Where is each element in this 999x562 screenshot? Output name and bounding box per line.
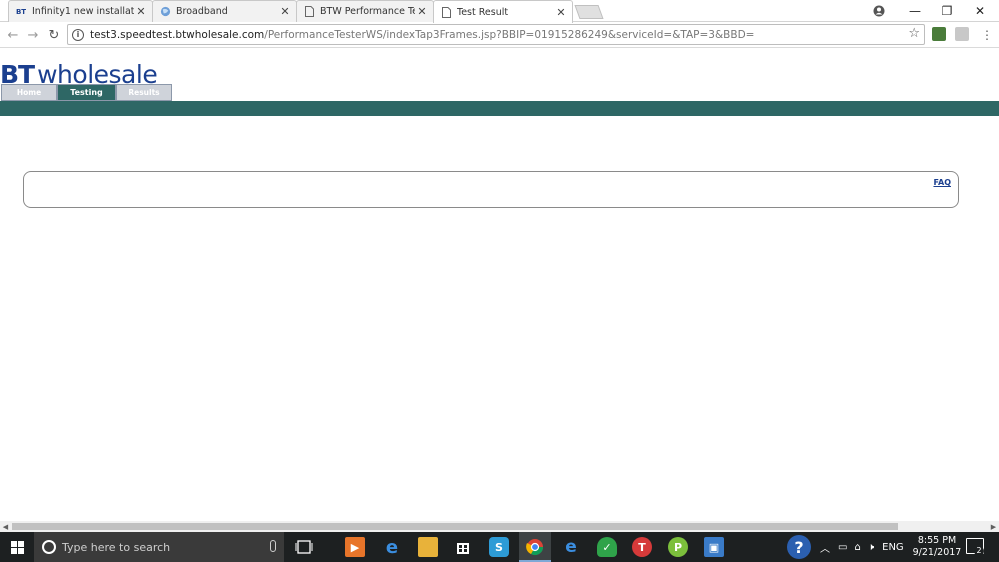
language-indicator[interactable]: ENG: [882, 542, 904, 553]
taskbar-search[interactable]: Type here to search: [34, 532, 284, 562]
red-app-icon[interactable]: T: [632, 537, 652, 557]
back-arrow-icon[interactable]: ←: [4, 26, 22, 44]
tab-title: Test Result: [457, 6, 509, 18]
system-tray: ︿ ▭ ⌂ 🕨 ENG: [820, 532, 904, 562]
windows-logo-icon: [10, 540, 24, 554]
profile-icon[interactable]: [862, 0, 896, 22]
close-icon[interactable]: ✕: [134, 5, 148, 18]
green-app-icon[interactable]: P: [668, 537, 688, 557]
help-icon[interactable]: ?: [787, 535, 811, 559]
close-icon[interactable]: ✕: [554, 6, 568, 19]
tab-title: Infinity1 new installation: [32, 6, 134, 17]
globe-favicon-icon: [159, 6, 171, 18]
browser-tab-infinity[interactable]: BT Infinity1 new installation ✕: [8, 0, 153, 22]
minimize-button[interactable]: —: [898, 0, 932, 22]
start-button[interactable]: [0, 532, 34, 562]
bookmark-star-icon[interactable]: ☆: [908, 26, 920, 41]
close-icon[interactable]: ✕: [278, 5, 292, 18]
bt-favicon-icon: BT: [15, 7, 27, 16]
chrome-icon[interactable]: [525, 537, 545, 557]
browser-toolbar: ← → ↻ i test3.speedtest.btwholesale.com /…: [0, 22, 999, 48]
info-icon[interactable]: i: [72, 28, 84, 41]
windows-taskbar: Type here to search ▶ e S e ✓ T P ▣ ? ︿ …: [0, 532, 999, 562]
address-bar[interactable]: i test3.speedtest.btwholesale.com/Perfor…: [67, 24, 925, 45]
site-nav: Home Testing Results: [1, 84, 172, 101]
browser-tab-performance[interactable]: BTW Performance Test ✕: [296, 0, 434, 22]
restore-button[interactable]: ❐: [930, 0, 964, 22]
green-shield-icon[interactable]: ✓: [597, 537, 617, 557]
url-path: /PerformanceTesterWS/indexTap3Frames.jsp…: [264, 28, 755, 41]
edge-icon[interactable]: e: [382, 537, 402, 558]
horizontal-scrollbar[interactable]: ◀ ▶: [0, 521, 999, 532]
show-hidden-icons-icon[interactable]: ︿: [820, 540, 830, 555]
search-placeholder: Type here to search: [62, 540, 171, 554]
url-host: test3.speedtest.btwholesale.com: [90, 28, 265, 41]
close-icon[interactable]: ✕: [415, 5, 429, 18]
page-favicon-icon: [440, 6, 452, 18]
reload-icon[interactable]: ↻: [45, 26, 63, 44]
file-explorer-icon[interactable]: [418, 537, 438, 557]
browser-tab-broadband[interactable]: Broadband ✕: [152, 0, 297, 22]
nav-tab-testing[interactable]: Testing: [57, 84, 116, 101]
forward-arrow-icon[interactable]: →: [24, 26, 42, 44]
extension-image-icon[interactable]: [932, 27, 946, 41]
taskbar-clock[interactable]: 8:55 PM 9/21/2017: [910, 535, 964, 559]
media-player-icon[interactable]: ▶: [345, 537, 365, 557]
blue-app-icon[interactable]: ▣: [704, 537, 724, 557]
menu-icon[interactable]: ⋮: [978, 26, 996, 44]
scroll-left-icon[interactable]: ◀: [0, 521, 11, 532]
clock-time: 8:55 PM: [917, 535, 957, 546]
microphone-icon[interactable]: [270, 540, 276, 552]
battery-icon[interactable]: ▭: [838, 542, 847, 553]
tab-title: Broadband: [176, 6, 228, 17]
header-bar: [0, 101, 999, 116]
internet-explorer-icon[interactable]: e: [561, 537, 581, 557]
volume-icon[interactable]: 🕨: [868, 542, 874, 553]
clock-date: 9/21/2017: [912, 547, 962, 558]
extension-pdf-icon[interactable]: [955, 27, 969, 41]
store-icon[interactable]: [453, 537, 473, 557]
scroll-right-icon[interactable]: ▶: [988, 521, 999, 532]
cortana-icon: [42, 540, 56, 554]
new-tab-button[interactable]: [574, 5, 604, 19]
network-icon[interactable]: ⌂: [854, 542, 860, 553]
tab-title: BTW Performance Test: [320, 6, 415, 17]
browser-tab-strip: BT Infinity1 new installation ✕ Broadban…: [0, 0, 999, 23]
window-close-button[interactable]: ✕: [963, 0, 997, 22]
result-panel: FAQ: [23, 171, 959, 208]
skype-icon[interactable]: S: [489, 537, 509, 557]
faq-link[interactable]: FAQ: [933, 178, 951, 187]
task-view-icon[interactable]: [294, 537, 314, 557]
scrollbar-thumb[interactable]: [12, 523, 898, 530]
browser-tab-test-result[interactable]: Test Result ✕: [433, 0, 573, 23]
nav-tab-results[interactable]: Results: [116, 84, 172, 101]
page-favicon-icon: [303, 6, 315, 18]
nav-tab-home[interactable]: Home: [1, 84, 57, 101]
notification-count-badge: 2: [974, 546, 984, 556]
